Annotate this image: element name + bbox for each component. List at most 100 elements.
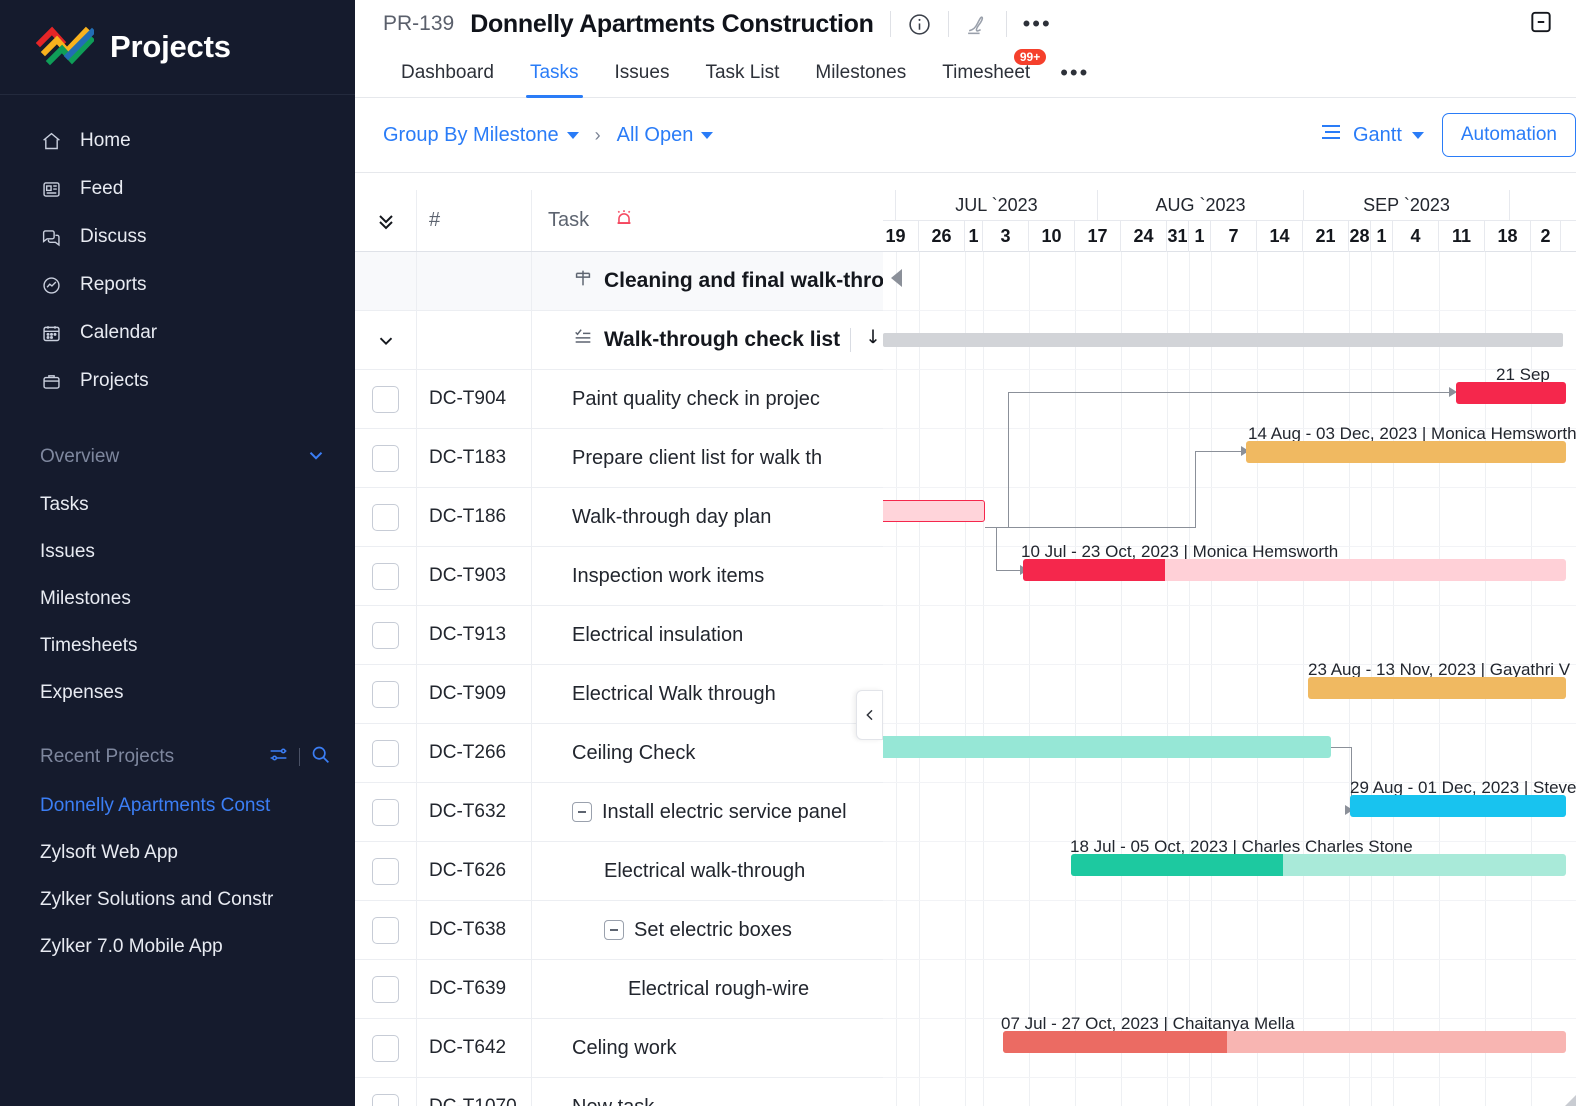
panel-collapse-button[interactable] xyxy=(856,690,883,740)
row-task-cell[interactable]: Cleaning and final walk-throu xyxy=(532,252,883,310)
table-row[interactable]: DC-T642 Celing work xyxy=(355,1019,883,1078)
row-task-cell[interactable]: Electrical rough-wire xyxy=(532,960,883,1018)
tab-issues[interactable]: Issues xyxy=(597,48,688,97)
row-checkbox[interactable] xyxy=(372,681,399,708)
table-row[interactable]: DC-T1070 New task xyxy=(355,1078,883,1106)
table-row[interactable]: DC-T904 Paint quality check in projec xyxy=(355,370,883,429)
gantt-bar[interactable] xyxy=(1003,1031,1566,1053)
gantt-bar[interactable] xyxy=(1071,854,1566,876)
expand-square-icon[interactable] xyxy=(604,920,624,940)
gantt-bar[interactable] xyxy=(1456,382,1566,404)
row-checkbox[interactable] xyxy=(372,622,399,649)
sidebar-project-zylker-mobile[interactable]: Zylker 7.0 Mobile App xyxy=(0,923,355,970)
row-task-cell[interactable]: Electrical Walk through xyxy=(532,665,883,723)
table-row[interactable]: DC-T632 Install electric service panel xyxy=(355,783,883,842)
tab-dashboard[interactable]: Dashboard xyxy=(383,48,512,97)
column-header-task[interactable]: Task xyxy=(532,190,883,251)
brand[interactable]: Projects xyxy=(0,0,355,95)
sort-down-icon[interactable] xyxy=(863,326,883,354)
row-checkbox[interactable] xyxy=(372,445,399,472)
row-task-cell[interactable]: Inspection work items xyxy=(532,547,883,605)
table-row[interactable]: DC-T903 Inspection work items xyxy=(355,547,883,606)
row-task-cell[interactable]: Walk-through day plan xyxy=(532,488,883,546)
filter-dropdown[interactable]: All Open xyxy=(617,124,714,147)
tab-tasks[interactable]: Tasks xyxy=(512,48,597,97)
sidebar-item-tasks[interactable]: Tasks xyxy=(0,481,355,528)
row-task-cell[interactable]: Celing work xyxy=(532,1019,883,1077)
panel-toggle-icon[interactable] xyxy=(1528,9,1554,40)
gantt-bar[interactable] xyxy=(1308,677,1566,699)
table-row[interactable]: DC-T639 Electrical rough-wire xyxy=(355,960,883,1019)
gantt-bar[interactable] xyxy=(1023,559,1566,581)
table-row[interactable]: DC-T913 Electrical insulation xyxy=(355,606,883,665)
more-tabs-icon[interactable]: ••• xyxy=(1048,48,1101,97)
signature-icon[interactable] xyxy=(965,12,990,37)
row-checkbox[interactable] xyxy=(372,386,399,413)
group-by-dropdown[interactable]: Group By Milestone xyxy=(383,124,579,147)
row-task-cell[interactable]: Prepare client list for walk th xyxy=(532,429,883,487)
row-checkbox[interactable] xyxy=(372,1094,399,1106)
sidebar-item-home[interactable]: Home xyxy=(0,117,355,165)
gantt-bar[interactable] xyxy=(883,736,1331,758)
row-task-cell[interactable]: Install electric service panel xyxy=(532,783,883,841)
sidebar-item-milestones[interactable]: Milestones xyxy=(0,575,355,622)
sidebar-item-reports[interactable]: Reports xyxy=(0,261,355,309)
gantt-bar[interactable] xyxy=(1350,795,1566,817)
table-row[interactable]: DC-T266 Ceiling Check xyxy=(355,724,883,783)
sidebar-item-feed[interactable]: Feed xyxy=(0,165,355,213)
table-row[interactable]: DC-T183 Prepare client list for walk th xyxy=(355,429,883,488)
row-checkbox[interactable] xyxy=(372,504,399,531)
sidebar-project-zylker-solutions[interactable]: Zylker Solutions and Constr xyxy=(0,876,355,923)
more-horizontal-icon[interactable]: ••• xyxy=(1023,13,1052,35)
gantt-chart[interactable]: JUL `2023 AUG `2023 SEP `2023 19 26 1 3 … xyxy=(883,190,1576,1106)
tab-timesheet[interactable]: Timesheet 99+ xyxy=(924,48,1048,97)
sidebar-item-projects[interactable]: Projects xyxy=(0,357,355,405)
expand-all-button[interactable] xyxy=(355,190,417,251)
row-task-label: Walk-through day plan xyxy=(572,506,771,529)
row-toggle[interactable] xyxy=(355,252,417,310)
row-task-cell[interactable]: Electrical insulation xyxy=(532,606,883,664)
sidebar-project-donnelly[interactable]: Donnelly Apartments Const xyxy=(0,782,355,829)
gantt-scroll-left-button[interactable] xyxy=(885,256,907,300)
row-task-cell[interactable]: Paint quality check in projec xyxy=(532,370,883,428)
row-checkbox[interactable] xyxy=(372,917,399,944)
row-task-cell[interactable]: Electrical walk-through xyxy=(532,842,883,900)
table-row[interactable]: Cleaning and final walk-throu xyxy=(355,252,883,311)
info-icon[interactable] xyxy=(907,12,932,37)
sidebar-item-timesheets[interactable]: Timesheets xyxy=(0,622,355,669)
gantt-body[interactable]: 21 Sep 14 Aug - 03 Dec, 2023 | Monica He… xyxy=(883,252,1576,1106)
sidebar-item-calendar[interactable]: Calendar xyxy=(0,309,355,357)
table-row[interactable]: DC-T909 Electrical Walk through xyxy=(355,665,883,724)
sidebar-item-expenses[interactable]: Expenses xyxy=(0,669,355,716)
expand-square-icon[interactable] xyxy=(572,802,592,822)
search-icon[interactable] xyxy=(310,744,331,770)
gantt-bar[interactable] xyxy=(883,500,985,522)
tab-task-list[interactable]: Task List xyxy=(687,48,797,97)
table-row[interactable]: DC-T638 Set electric boxes xyxy=(355,901,883,960)
row-task-cell[interactable]: Walk-through check list xyxy=(532,311,883,369)
sidebar-item-discuss[interactable]: Discuss xyxy=(0,213,355,261)
row-task-cell[interactable]: New task xyxy=(532,1078,883,1106)
row-checkbox[interactable] xyxy=(372,799,399,826)
row-collapse-button[interactable] xyxy=(355,311,417,369)
sidebar-item-issues[interactable]: Issues xyxy=(0,528,355,575)
chevron-down-icon[interactable] xyxy=(305,444,327,471)
row-checkbox[interactable] xyxy=(372,1035,399,1062)
sidebar-project-zylsoft[interactable]: Zylsoft Web App xyxy=(0,829,355,876)
table-row[interactable]: DC-T186 Walk-through day plan xyxy=(355,488,883,547)
column-header-number[interactable]: # xyxy=(417,190,532,251)
row-checkbox[interactable] xyxy=(372,740,399,767)
row-task-cell[interactable]: Set electric boxes xyxy=(532,901,883,959)
row-task-cell[interactable]: Ceiling Check xyxy=(532,724,883,782)
table-row[interactable]: DC-T626 Electrical walk-through xyxy=(355,842,883,901)
overview-section-header[interactable]: Overview xyxy=(0,433,355,481)
gantt-bar[interactable] xyxy=(1246,441,1566,463)
row-checkbox[interactable] xyxy=(372,976,399,1003)
row-checkbox[interactable] xyxy=(372,858,399,885)
filter-sliders-icon[interactable] xyxy=(268,744,289,770)
tab-milestones[interactable]: Milestones xyxy=(797,48,924,97)
view-switcher-gantt[interactable]: Gantt xyxy=(1319,120,1424,150)
table-row[interactable]: Walk-through check list xyxy=(355,311,883,370)
automation-button[interactable]: Automation xyxy=(1442,113,1576,157)
row-checkbox[interactable] xyxy=(372,563,399,590)
